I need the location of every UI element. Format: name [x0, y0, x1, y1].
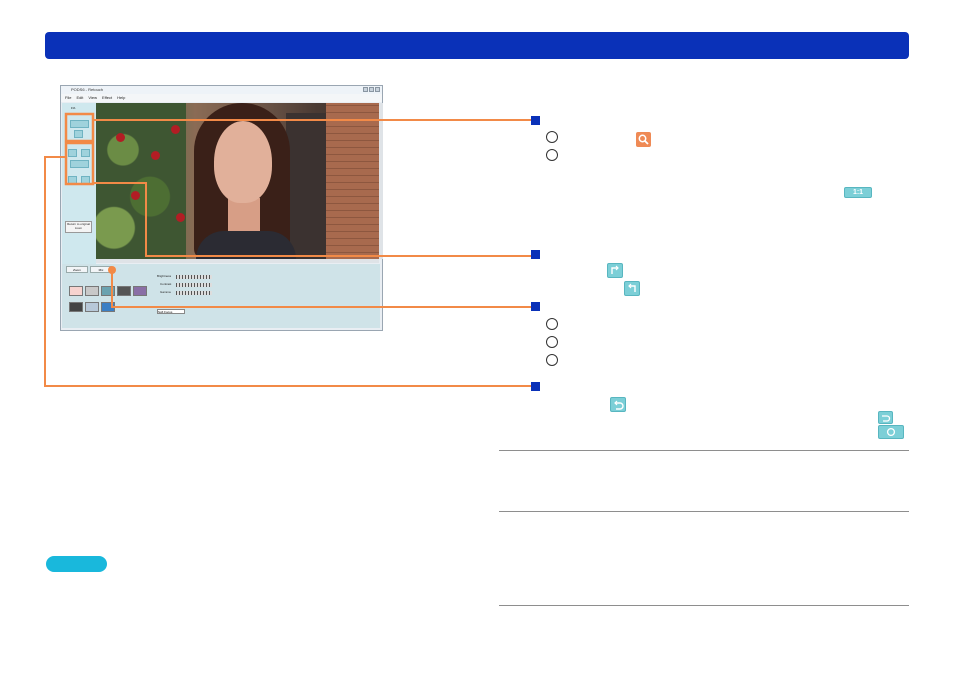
section-marker: [531, 302, 540, 311]
refresh-icon: [878, 425, 904, 439]
note-badge: [46, 556, 107, 572]
rotate-right-icon: [624, 281, 640, 296]
undo-icon: [610, 397, 626, 412]
magnifier-icon: [636, 132, 651, 147]
undo-small-icon: [878, 411, 893, 424]
section-marker: [531, 116, 540, 125]
callout-dot: [108, 266, 116, 274]
callout-lines: [44, 112, 531, 387]
callout-box-zoom: [64, 112, 95, 143]
divider: [499, 511, 909, 512]
rotate-left-icon: [607, 263, 623, 278]
callout-box-tools: [64, 141, 95, 186]
step-circle: [546, 131, 558, 143]
page: PODS6 - Retouch File Edit View Effect He…: [0, 0, 954, 673]
callout-line-2: [93, 182, 531, 257]
actual-size-icon: 1:1: [844, 187, 872, 198]
step-circle: [546, 354, 558, 366]
section-marker: [531, 382, 540, 391]
divider: [499, 450, 909, 451]
callout-line-3: [111, 273, 531, 308]
divider: [499, 605, 909, 606]
step-circle: [546, 318, 558, 330]
callout-line-4: [44, 156, 531, 387]
step-circle: [546, 149, 558, 161]
step-circle: [546, 336, 558, 348]
section-marker: [531, 250, 540, 259]
